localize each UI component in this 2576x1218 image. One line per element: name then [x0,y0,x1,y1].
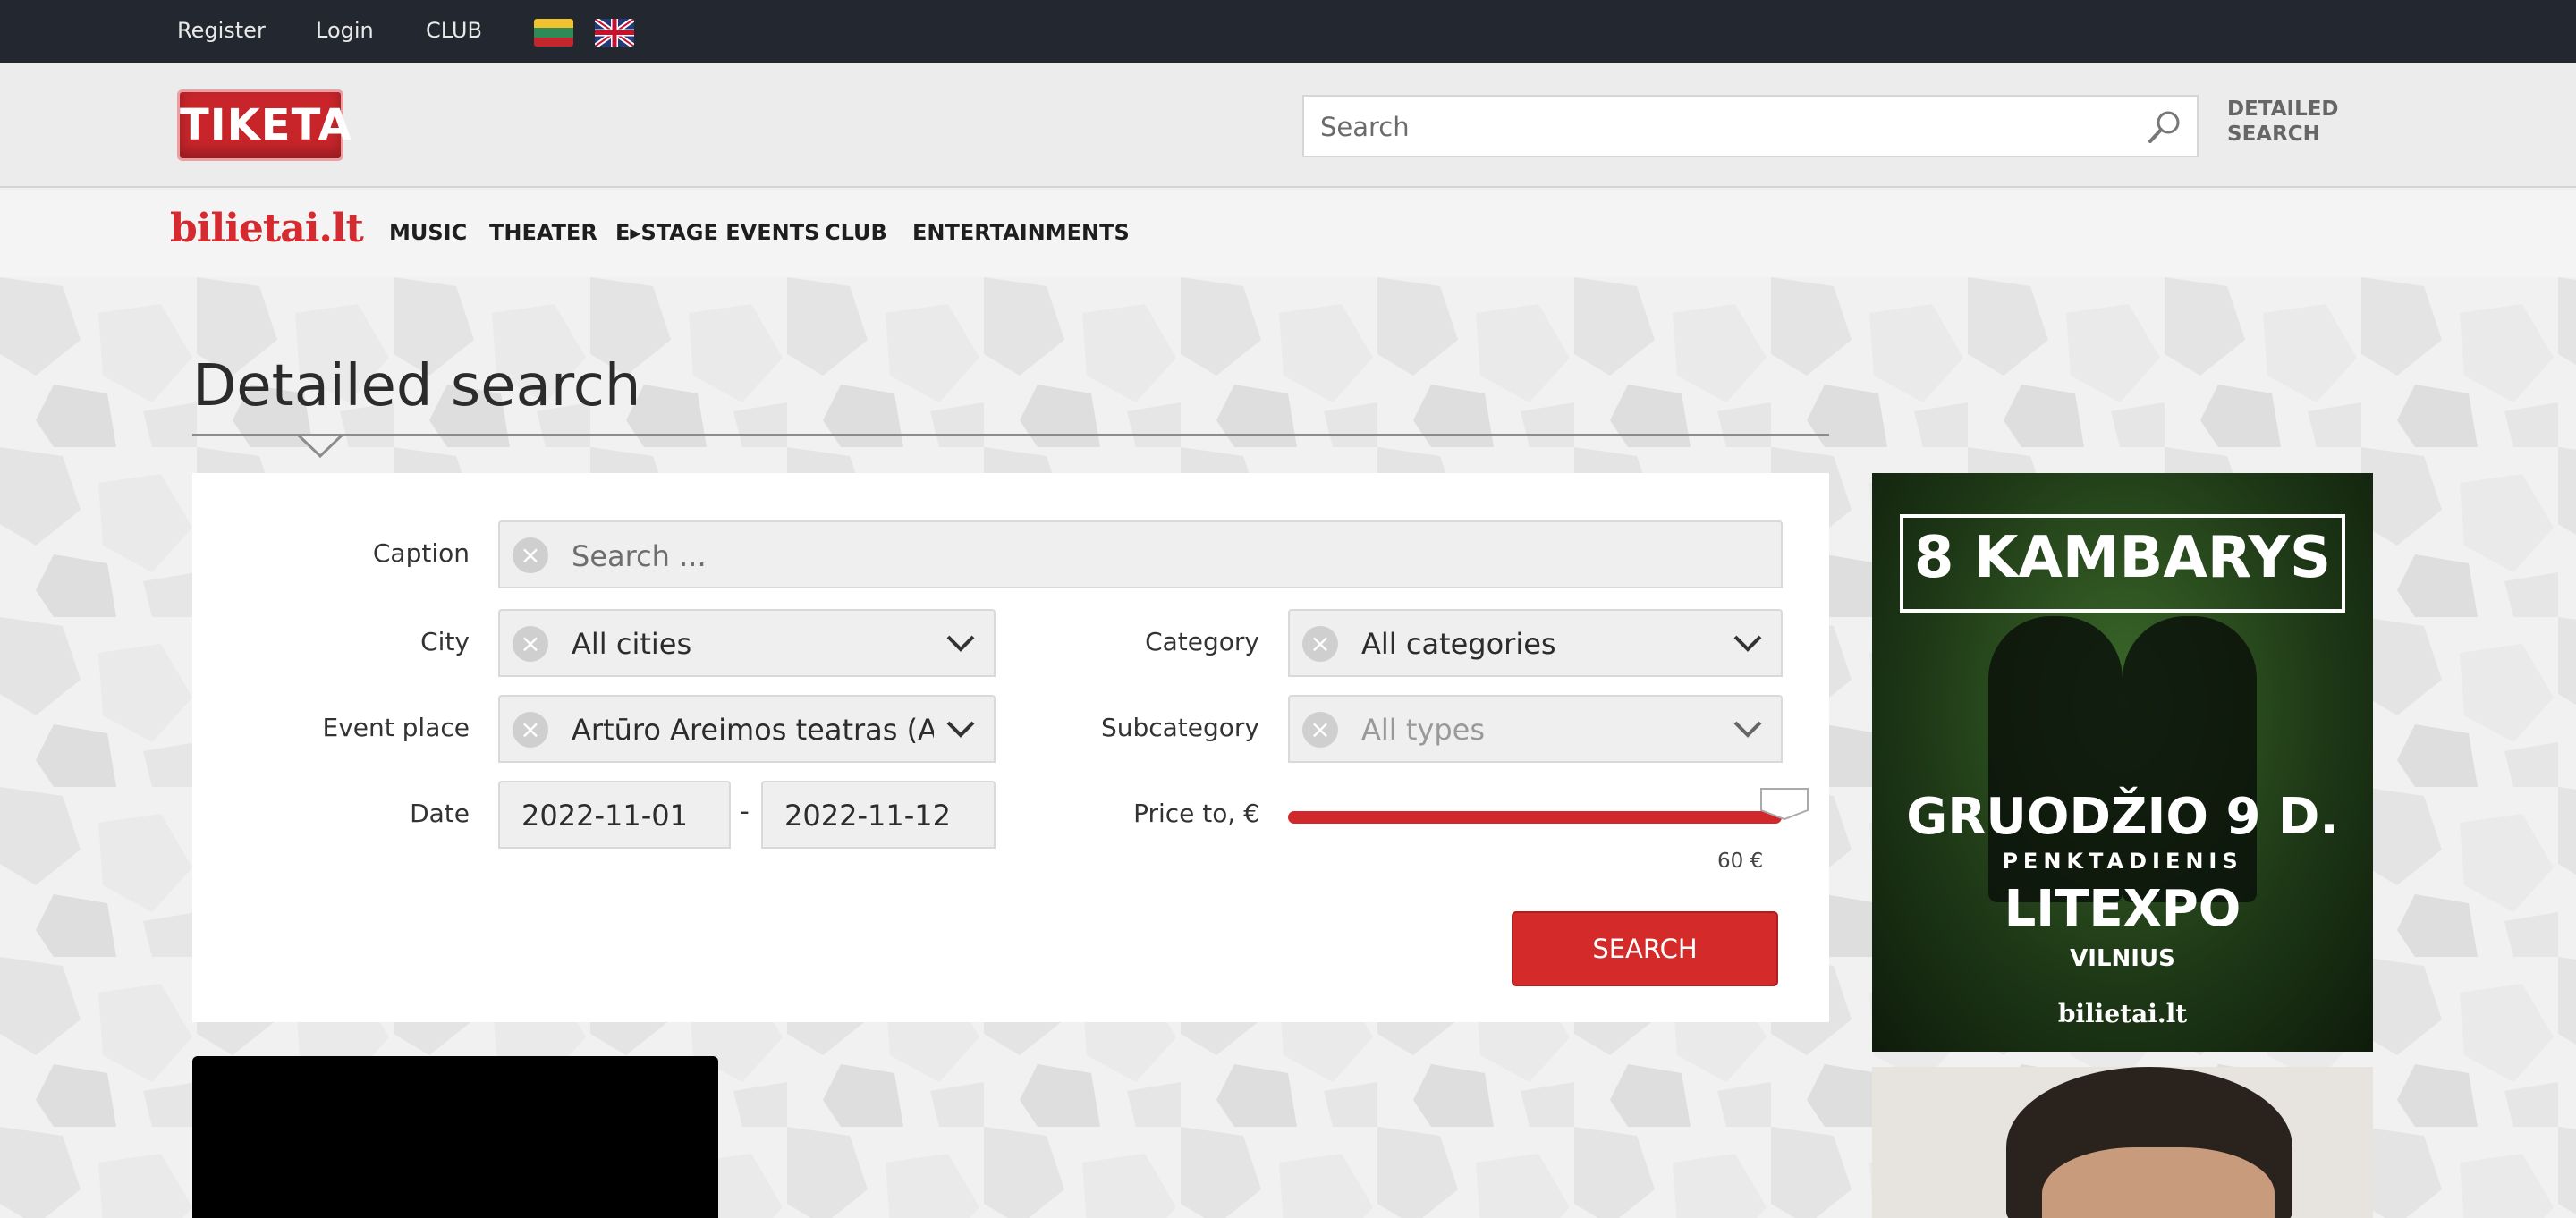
ad-brand: bilietai.lt [2057,999,2188,1028]
site-header: TIKETA DETAILED SEARCH [0,63,2576,188]
tiketa-logo[interactable]: TIKETA [177,89,352,161]
date-label: Date [410,799,470,828]
category-select[interactable]: × All categories [1288,609,1783,677]
ad-title: 8 KAMBARYS [1913,525,2332,591]
search-button[interactable]: SEARCH [1512,911,1778,986]
event-place-clear-icon[interactable]: × [513,712,548,748]
category-label: Category [1145,627,1259,656]
portrait-face [2042,1147,2275,1218]
city-clear-icon[interactable]: × [513,626,548,662]
detailed-search-line1: DETAILED [2227,97,2339,121]
chevron-down-icon[interactable] [1733,718,1763,740]
second-ad-banner[interactable] [1872,1067,2373,1218]
club-link[interactable]: CLUB [426,18,482,43]
nav-theater[interactable]: THEATER [489,220,597,245]
subcategory-label: Subcategory [1100,713,1259,742]
caption-label: Caption [372,538,470,568]
register-link[interactable]: Register [177,18,266,43]
ad-venue: LITEXPO [2004,880,2241,938]
nav-entertainments[interactable]: ENTERTAINMENTS [912,220,1130,245]
top-bar: Register Login CLUB [0,0,2576,63]
subcategory-clear-icon[interactable]: × [1302,712,1338,748]
event-place-select[interactable]: × Artūro Areimos teatras (A... [498,695,996,763]
search-input[interactable] [1320,107,2125,147]
nav-club[interactable]: CLUB [825,220,887,245]
chevron-down-icon[interactable] [945,718,976,740]
title-notch-icon [298,435,343,458]
search-icon[interactable] [2145,107,2184,147]
bilietai-logo[interactable]: bilietai.lt [170,206,364,251]
ad-city: VILNIUS [2070,945,2175,972]
subcategory-value: All types [1361,713,1485,747]
flag-lt-icon[interactable] [534,19,573,47]
category-clear-icon[interactable]: × [1302,626,1338,662]
subcategory-select[interactable]: × All types [1288,695,1783,763]
city-value: All cities [572,627,692,661]
nav-music[interactable]: MUSIC [389,220,467,245]
chevron-down-icon[interactable] [1733,632,1763,654]
caption-input[interactable] [572,535,1734,578]
flag-uk-icon[interactable] [595,19,634,47]
date-from-input[interactable]: 2022-11-01 [498,781,731,849]
city-label: City [420,627,470,656]
price-slider-handle[interactable] [1758,787,1811,821]
ad-date: GRUODŽIO 9 D. [1906,788,2339,846]
search-bar [1302,95,2199,157]
nav-estage-events[interactable]: E▸STAGE EVENTS [615,220,819,245]
ad-day: PENKTADIENIS [2002,849,2243,874]
price-label: Price to, € [1133,799,1259,828]
city-select[interactable]: × All cities [498,609,996,677]
caption-clear-icon[interactable]: × [513,537,548,573]
date-to-input[interactable]: 2022-11-12 [761,781,996,849]
video-player[interactable] [192,1056,718,1218]
caption-field: × [498,520,1783,588]
page-title: Detailed search [192,353,641,419]
event-place-label: Event place [322,713,470,742]
category-value: All categories [1361,627,1556,661]
price-slider-track[interactable] [1288,811,1782,824]
chevron-down-icon[interactable] [945,632,976,654]
detailed-search-line2: SEARCH [2227,123,2320,146]
title-divider [192,434,1829,436]
main-nav: bilietai.lt MUSIC THEATER E▸STAGE EVENTS… [0,190,2576,277]
event-place-value: Artūro Areimos teatras (A... [572,713,934,747]
price-value: 60 € [1717,850,1764,873]
date-separator: - [740,796,750,827]
concert-ad-banner[interactable]: 8 KAMBARYS GRUODŽIO 9 D. PENKTADIENIS LI… [1872,473,2373,1052]
login-link[interactable]: Login [316,18,374,43]
detailed-search-link[interactable]: DETAILED SEARCH [2227,97,2361,147]
